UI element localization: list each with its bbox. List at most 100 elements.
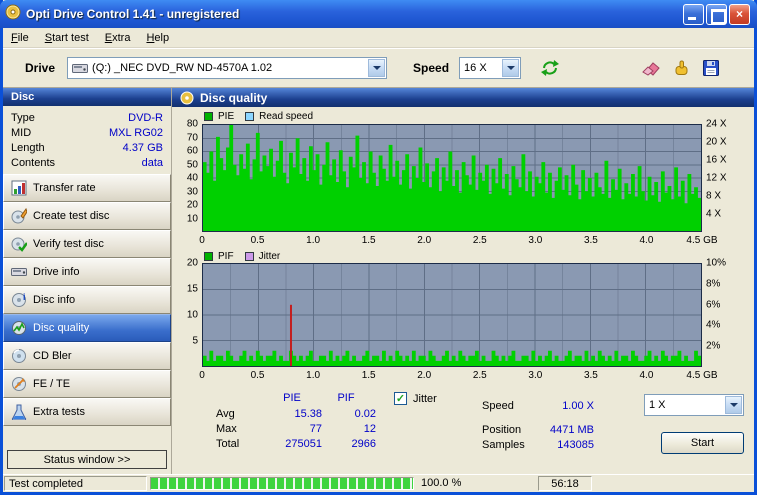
right-ticks-label: 10%	[706, 257, 727, 269]
right-ticks-label: 2%	[706, 340, 721, 352]
progress-bar-fill	[151, 478, 413, 489]
sidebar-item-label: Create test disc	[33, 210, 110, 222]
test-speed-select[interactable]: 1 X	[644, 394, 744, 416]
jitter-legend-label: Jitter	[258, 251, 281, 262]
disc-length-label: Length	[11, 141, 45, 154]
pie-legend-swatch	[204, 112, 213, 121]
erase-disc-button[interactable]	[636, 54, 666, 81]
x-ticks-label: 4.0	[639, 235, 654, 246]
sidebar-item-label: FE / TE	[33, 378, 71, 390]
close-button[interactable]: ×	[729, 3, 750, 25]
left-ticks-label: 30	[186, 186, 198, 197]
right-ticks-label: 4%	[706, 319, 721, 331]
save-button[interactable]	[696, 54, 726, 81]
right-ticks-label: 6%	[706, 299, 721, 311]
svg-text:i: i	[23, 292, 26, 302]
pie-chart-legend: PIE Read speed	[204, 111, 313, 122]
drive-select-arrow[interactable]	[368, 58, 386, 77]
pie-chart-y-axis: 80 70 60 50 40 30 20 10	[172, 119, 200, 232]
main-panel: Disc quality PIE Read speed 80 70 60 50 40 30…	[172, 88, 754, 474]
x-ticks-label: 1.5	[361, 370, 376, 381]
pif-chart-plot	[202, 263, 702, 367]
menu-help[interactable]: Help	[138, 30, 177, 46]
start-button[interactable]: Start	[661, 432, 744, 454]
sidebar-item-label: Extra tests	[33, 406, 85, 418]
floppy-save-icon	[703, 59, 719, 76]
x-ticks-label: 0	[199, 235, 205, 246]
x-ticks-label: 0.5	[250, 370, 265, 381]
speed-select-arrow[interactable]	[502, 58, 520, 77]
right-ticks-label: 24 X	[706, 118, 727, 130]
pie-chart-x-axis: 0 0.5 1.0 1.5 2.0 2.5 3.0 3.5 4.0 4.5 GB	[199, 235, 717, 247]
sidebar-item-label: Drive info	[33, 266, 80, 278]
x-ticks-label: 1.0	[306, 235, 321, 246]
x-ticks-label: 3.0	[528, 235, 543, 246]
drive-toolbar: Drive (Q:) _NEC DVD_RW ND-4570A 1.02 Spe…	[3, 48, 754, 88]
left-ticks-label: 10	[186, 213, 198, 224]
sidebar-item-label: CD Bler	[33, 350, 72, 362]
main-header-title: Disc quality	[200, 90, 268, 105]
progress-percent: 100.0 %	[421, 477, 462, 489]
menu-file[interactable]: File	[3, 30, 37, 46]
hand-tool-button[interactable]	[666, 54, 696, 81]
sidebar-item-create-test-disc[interactable]: Create test disc	[3, 202, 171, 230]
speed-select-value: 16 X	[464, 61, 487, 74]
sidebar-item-verify-test-disc[interactable]: Verify test disc	[3, 230, 171, 258]
test-speed-select-arrow[interactable]	[725, 396, 742, 414]
status-window-button[interactable]: Status window >>	[7, 450, 167, 469]
x-ticks-label: 2.0	[417, 370, 432, 381]
menu-extra[interactable]: Extra	[97, 30, 139, 46]
samples-stat-value: 143085	[557, 439, 594, 451]
speed-stat-label: Speed	[482, 400, 514, 412]
statusbar: Test completed 100.0 % 56:18	[3, 474, 754, 492]
x-ticks-label: 3.5	[583, 235, 598, 246]
disc-quality-header-icon	[180, 91, 194, 105]
status-text: Test completed	[4, 476, 147, 491]
minimize-button[interactable]	[683, 3, 704, 25]
sidebar-item-label: Transfer rate	[33, 182, 96, 194]
pif-avg-value: 0.02	[354, 408, 376, 420]
right-ticks-label: 12 X	[706, 172, 727, 184]
right-ticks-label: 8 X	[706, 190, 722, 202]
window-title: Opti Drive Control 1.41 - unregistered	[26, 7, 240, 21]
sidebar-item-disc-quality[interactable]: Disc quality	[3, 314, 171, 342]
maximize-button[interactable]	[706, 3, 727, 25]
sidebar-item-fe-te[interactable]: FE / TE	[3, 370, 171, 398]
sidebar-item-extra-tests[interactable]: Extra tests	[3, 398, 171, 426]
left-ticks-label: 60	[186, 145, 198, 157]
disc-write-icon	[10, 208, 27, 224]
jitter-checkbox-label: Jitter	[413, 393, 437, 405]
refresh-button[interactable]	[535, 54, 566, 81]
extra-tests-icon	[10, 404, 27, 420]
avg-row-label: Avg	[216, 408, 235, 420]
x-ticks-label: 3.5	[583, 370, 598, 381]
x-ticks-label: 0.5	[250, 235, 265, 246]
chart-canvas	[203, 264, 701, 366]
pif-column-header: PIF	[337, 392, 355, 404]
chart-canvas	[203, 125, 701, 231]
x-ticks-label: 2.5	[472, 370, 487, 381]
jitter-checkbox[interactable]: ✓	[394, 392, 407, 405]
drive-select[interactable]: (Q:) _NEC DVD_RW ND-4570A 1.02	[67, 56, 388, 79]
sidebar-item-cd-bler[interactable]: CD Bler	[3, 342, 171, 370]
disc-contents-value: data	[141, 156, 163, 169]
sidebar-item-drive-info[interactable]: Drive info	[3, 258, 171, 286]
sidebar-item-disc-info[interactable]: i Disc info	[3, 286, 171, 314]
app-window: Opti Drive Control 1.41 - unregistered ×…	[0, 0, 757, 495]
drive-info-icon	[10, 264, 27, 280]
read-speed-legend-swatch	[245, 112, 255, 121]
disc-quality-icon	[10, 320, 27, 336]
titlebar[interactable]: Opti Drive Control 1.41 - unregistered ×	[0, 0, 757, 28]
left-ticks-label: 20	[186, 199, 198, 211]
sidebar-item-transfer-rate[interactable]: Transfer rate	[3, 174, 171, 202]
speed-select[interactable]: 16 X	[459, 56, 522, 79]
pif-chart-right-axis: 10% 8% 6% 4% 2%	[703, 258, 753, 367]
read-speed-legend-label: Read speed	[259, 111, 314, 122]
menu-start-test[interactable]: Start test	[37, 30, 97, 46]
left-ticks-label: 70	[186, 132, 198, 143]
x-ticks-label: 4.0	[639, 370, 654, 381]
sidebar: Disc Type DVD-R MID MXL RG02 Length 4.37…	[3, 88, 172, 474]
refresh-icon	[541, 59, 560, 76]
pie-legend-label: PIE	[218, 111, 235, 122]
cd-bler-icon	[10, 348, 27, 364]
